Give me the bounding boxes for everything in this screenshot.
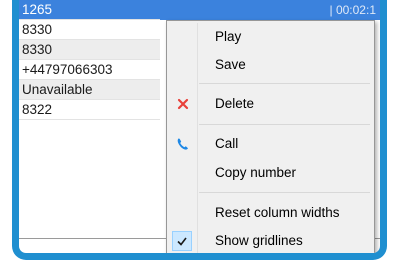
menu-item-label: Copy number: [215, 165, 297, 180]
call-log-window: | 00:02:1 1265 8330 8330 +44797066303 Un…: [12, 0, 387, 260]
menu-item-reset-column-widths[interactable]: Reset column widths: [169, 202, 372, 224]
menu-separator: [199, 124, 370, 125]
menu-item-show-gridlines[interactable]: Show gridlines: [169, 230, 372, 252]
menu-item-label: Save: [215, 57, 246, 72]
menu-item-delete[interactable]: Delete: [169, 93, 372, 115]
phone-icon: [175, 136, 191, 152]
list-row[interactable]: 8330: [19, 20, 160, 40]
checkmark-box: [172, 231, 192, 251]
list-row[interactable]: 8322: [19, 100, 160, 120]
menu-item-copy-number[interactable]: Copy number: [169, 162, 372, 184]
menu-item-label: Show gridlines: [215, 233, 303, 248]
menu-item-call[interactable]: Call: [169, 133, 372, 155]
call-list: 1265 8330 8330 +44797066303 Unavailable …: [19, 0, 160, 120]
menu-item-label: Play: [215, 29, 242, 44]
context-menu: Play Save Delete Call Copy number Reset …: [166, 20, 375, 253]
list-row[interactable]: 1265: [19, 0, 160, 20]
menu-item-play[interactable]: Play: [169, 26, 372, 48]
menu-separator: [199, 83, 370, 84]
menu-item-label: Reset column widths: [215, 205, 340, 220]
duration-cell: | 00:02:1: [329, 3, 377, 17]
menu-item-label: Delete: [215, 96, 255, 111]
menu-item-label: Call: [215, 136, 239, 151]
list-row[interactable]: 8330: [19, 40, 160, 60]
delete-icon: [175, 96, 191, 112]
list-row[interactable]: Unavailable: [19, 80, 160, 100]
menu-item-save[interactable]: Save: [169, 54, 372, 76]
list-row[interactable]: +44797066303: [19, 60, 160, 80]
menu-separator: [199, 192, 370, 193]
selected-row-extension: | 00:02:1: [160, 0, 380, 20]
